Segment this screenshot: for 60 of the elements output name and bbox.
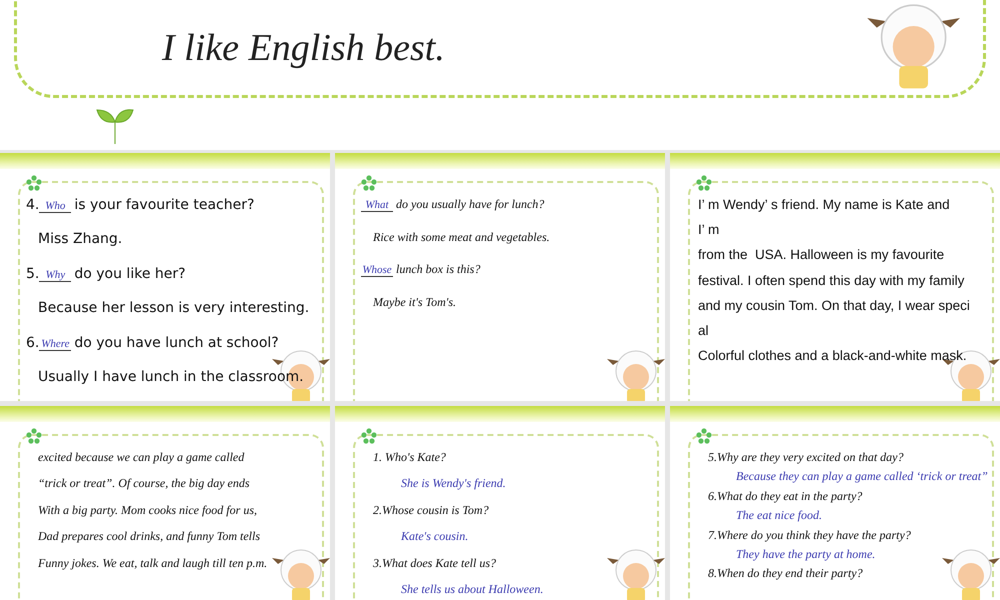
flower-icon xyxy=(361,428,377,444)
flower-icon xyxy=(696,428,712,444)
slide-text: “trick or treat”. Of course, the big day ends xyxy=(37,476,251,491)
sheep-drawing xyxy=(942,548,1000,600)
slide-text: 2.Whose cousin is Tom? xyxy=(372,502,490,518)
slide-text: Rice with some meat and vegetables. xyxy=(372,230,551,244)
slide-text: Usually I have lunch in the classroom. xyxy=(37,368,305,386)
slide-text: Colorful clothes and a black-and-white mask. xyxy=(697,348,968,364)
slide-text: I’ m Wendy’ s friend. My name is Kate and xyxy=(697,197,951,214)
question-text: do you usually have for lunch? xyxy=(396,197,544,212)
slide-text: 3.What does Kate tell us? xyxy=(372,556,497,570)
slide-text: 5.Why are they very excited on that day? xyxy=(707,450,904,464)
question-number: 6. xyxy=(26,334,40,351)
answer-text: Because they can play a game called ‘trick or treat” xyxy=(735,469,988,484)
slide-thumbnail[interactable] xyxy=(670,153,1000,401)
question-number: 5. xyxy=(26,266,40,282)
answer-text: The eat nice food. xyxy=(735,508,823,523)
flower-icon xyxy=(26,175,42,191)
sheep-drawing xyxy=(607,548,665,600)
slide-text: 7.Where do you think they have the party? xyxy=(707,528,912,542)
slide-thumbnail[interactable] xyxy=(0,406,330,600)
slide-text: With a big party. Mom cooks nice food for us, xyxy=(37,502,258,518)
slide-text: from the USA. Halloween is my favourite xyxy=(697,247,946,264)
slide-text: 1. Who's Kate? xyxy=(372,450,447,464)
answer-blank: Who xyxy=(39,200,72,213)
slide-text: I’ m xyxy=(697,222,720,238)
flower-icon xyxy=(26,428,42,444)
slide-text: Miss Zhang. xyxy=(37,231,124,248)
sheep-drawing xyxy=(607,349,665,401)
slide-thumbnail[interactable] xyxy=(670,406,1000,600)
question-text: lunch box is this? xyxy=(396,262,480,278)
slide-text: Because her lesson is very interesting. xyxy=(37,300,310,317)
slide-thumbnail[interactable]: 1. Who's Kate? She is Wendy's friend. 2.Whose cousin is Tom? Kate's cousin. 3.What does Kate tell us? She tells us about Halloween. xyxy=(335,406,665,600)
answer-blank: Whose xyxy=(361,264,393,278)
answer-blank: Where xyxy=(39,338,72,351)
slide-text: Maybe it's Tom's. xyxy=(372,295,458,310)
answer-blank: Why xyxy=(39,268,72,282)
slide-text: excited because we can play a game called xyxy=(37,450,246,464)
question-number: 4. xyxy=(26,197,40,213)
flower-icon xyxy=(696,175,712,191)
slide-text: 8.When do they end their party? xyxy=(707,566,864,581)
slide-title: I like English best. xyxy=(162,26,445,70)
answer-blank: What xyxy=(361,199,393,212)
slide-thumbnail[interactable]: 4. Who is your favourite teacher? Miss Zhang. 5. Why do you like her? Because her lesson is very interesting. 6.Where do you have lunch at school? Usually I have lunch in the classroom. xyxy=(0,153,330,401)
answer-text: They have the party at home. xyxy=(735,546,876,562)
slide-text: festival. I often spend this day with my family xyxy=(697,272,966,289)
answer-text: She tells us about Halloween. xyxy=(400,582,544,596)
answer-text: She is Wendy's friend. xyxy=(400,476,507,491)
slide-text: Dad prepares cool drinks, and funny Tom tells xyxy=(37,529,261,544)
slide-text: 6.What do they eat in the party? xyxy=(707,488,864,504)
question-text: do you have lunch at school? xyxy=(74,334,279,351)
question-text: is your favourite teacher? xyxy=(74,197,254,213)
question-text: do you like her? xyxy=(74,266,186,282)
flower-icon xyxy=(361,175,377,191)
slide-text: Funny jokes. We eat, talk and laugh till ten p.m. xyxy=(37,556,268,570)
slide-thumbnail[interactable]: What do you usually have for lunch? Rice with some meat and vegetables. Whose lunch box is this? Maybe it's Tom's. xyxy=(335,153,665,401)
sheep-drawing xyxy=(272,548,330,600)
answer-text: Kate's cousin. xyxy=(400,529,470,544)
slide-text: and my cousin Tom. On that day, I wear speci xyxy=(697,298,971,314)
slide-text: al xyxy=(697,322,710,340)
